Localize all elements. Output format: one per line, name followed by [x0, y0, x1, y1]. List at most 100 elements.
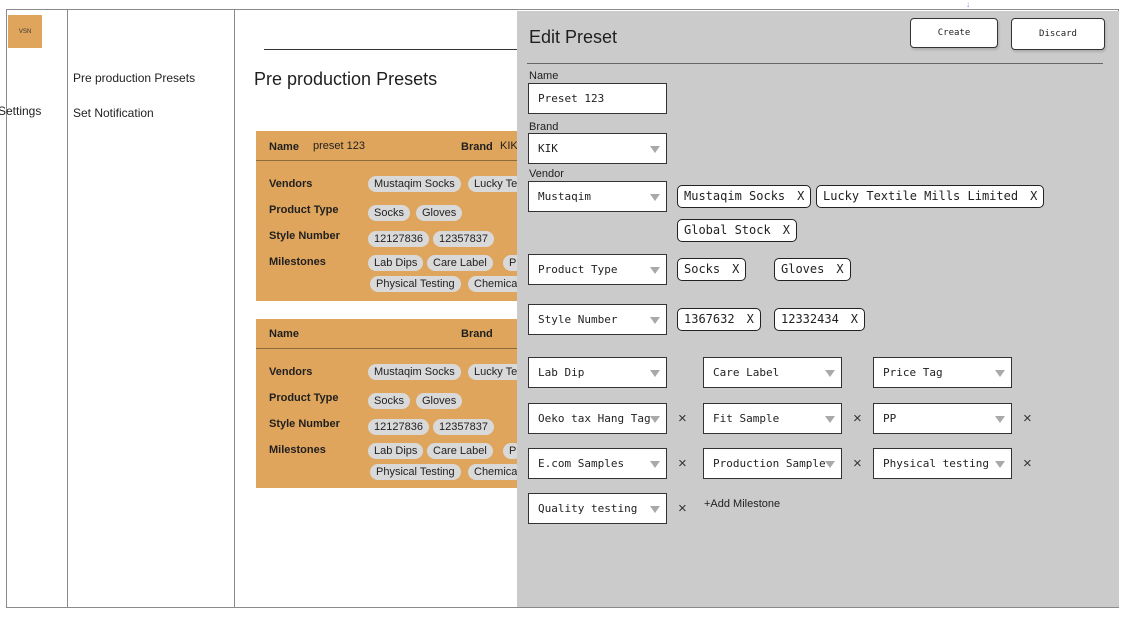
remove-chip-icon[interactable]: X — [836, 262, 843, 276]
remove-chip-icon[interactable]: X — [732, 262, 739, 276]
subnav-item-set-notification[interactable]: Set Notification — [73, 106, 154, 120]
product-type-pill: Gloves — [416, 393, 463, 409]
style-number-select[interactable]: Style Number — [528, 304, 667, 335]
brand-select[interactable]: KIK — [528, 133, 667, 164]
style-pill: 12357837 — [433, 419, 494, 435]
vendors-label: Vendors — [269, 178, 313, 190]
vendor-field-label: Vendor — [529, 168, 564, 180]
milestone-select[interactable]: PP — [873, 403, 1012, 434]
name-label: Name — [269, 328, 299, 340]
milestone-pill: Care Label — [427, 443, 493, 459]
milestone-select[interactable]: Fit Sample — [703, 403, 842, 434]
sub-navigation: Pre production Presets Set Notification — [68, 9, 235, 608]
brand-select-value: KIK — [538, 142, 558, 155]
remove-milestone-icon[interactable]: × — [853, 411, 862, 426]
preset-card[interactable]: Name Brand Vendors Mustaqim Socks Lucky … — [256, 319, 526, 488]
milestone-value: Lab Dip — [538, 366, 585, 379]
style-pill: 12357837 — [433, 231, 494, 247]
style-pill: 12127836 — [368, 231, 429, 247]
brand-value: KIK — [500, 140, 518, 152]
vendor-pill: Lucky Te — [468, 176, 524, 192]
name-label: Name — [269, 141, 299, 153]
remove-milestone-icon[interactable]: × — [1023, 411, 1032, 426]
milestone-select[interactable]: Oeko tax Hang Tag — [528, 403, 667, 434]
name-input[interactable]: Preset 123 — [528, 83, 667, 114]
chip-label: Global Stock — [684, 223, 771, 237]
main-content: Pre production Presets Name preset 123 B… — [236, 9, 536, 608]
milestone-value: Oeko tax Hang Tag — [538, 412, 651, 425]
milestone-value: Care Label — [713, 366, 780, 379]
style-number-select-value: Style Number — [538, 313, 618, 326]
milestone-value: PP — [883, 412, 897, 425]
chip-label: Mustaqim Socks — [684, 189, 786, 203]
chip-label: Lucky Textile Mills Limited — [823, 189, 1019, 203]
chevron-down-icon — [650, 461, 660, 468]
product-type-label: Product Type — [269, 204, 339, 216]
style-number-chip: 1367632 X — [677, 308, 761, 331]
chevron-down-icon — [650, 317, 660, 324]
name-field-label: Name — [529, 70, 559, 82]
divider — [527, 63, 1103, 64]
milestone-select[interactable]: Quality testing — [528, 493, 667, 524]
remove-milestone-icon[interactable]: × — [1023, 456, 1032, 471]
vendor-select[interactable]: Mustaqim — [528, 181, 667, 212]
milestone-select[interactable]: Price Tag — [873, 357, 1012, 388]
brand-field-label: Brand — [529, 121, 559, 133]
product-type-select[interactable]: Product Type — [528, 254, 667, 285]
milestone-select[interactable]: E.com Samples — [528, 448, 667, 479]
vendor-pill: Mustaqim Socks — [368, 176, 461, 192]
remove-milestone-icon[interactable]: × — [678, 411, 687, 426]
vendor-pill: Mustaqim Socks — [368, 364, 461, 380]
milestone-pill: Physical Testing — [370, 276, 461, 292]
milestone-value: Production Sample — [713, 457, 826, 470]
milestone-pill: Chemica — [468, 276, 524, 292]
preset-card[interactable]: Name preset 123 Brand KIK Vendors Mustaq… — [256, 131, 526, 301]
vendor-chip: Mustaqim Socks X — [677, 185, 812, 208]
style-number-label: Style Number — [269, 230, 340, 242]
vendor-chip: Global Stock X — [677, 219, 797, 242]
remove-milestone-icon[interactable]: × — [678, 501, 687, 516]
logo[interactable]: VSN — [8, 15, 42, 48]
milestone-select[interactable]: Lab Dip — [528, 357, 667, 388]
chip-label: Socks — [684, 262, 721, 276]
milestone-select[interactable]: Physical testing — [873, 448, 1012, 479]
milestones-label: Milestones — [269, 256, 326, 268]
style-number-chip: 12332434 X — [774, 308, 866, 331]
chip-label: 1367632 — [684, 312, 735, 326]
vendor-chip: Lucky Textile Mills Limited X — [816, 185, 1045, 208]
remove-chip-icon[interactable]: X — [851, 312, 858, 326]
remove-chip-icon[interactable]: X — [797, 189, 804, 203]
chip-label: Gloves — [781, 262, 825, 276]
milestone-value: E.com Samples — [538, 457, 625, 470]
chevron-down-icon — [825, 461, 835, 468]
create-button[interactable]: Create — [910, 18, 998, 48]
milestone-value: Physical testing — [883, 457, 989, 470]
remove-milestone-icon[interactable]: × — [678, 456, 687, 471]
chevron-down-icon — [650, 506, 660, 513]
scroll-down-icon: ↓ — [966, 0, 970, 9]
discard-button[interactable]: Discard — [1011, 18, 1105, 50]
remove-milestone-icon[interactable]: × — [853, 456, 862, 471]
page-title: Pre production Presets — [254, 69, 438, 89]
milestone-pill: Lab Dips — [368, 255, 424, 271]
chip-label: 12332434 — [781, 312, 839, 326]
style-pill: 12127836 — [368, 419, 429, 435]
chevron-down-icon — [995, 416, 1005, 423]
subnav-item-pre-production-presets[interactable]: Pre production Presets — [73, 71, 195, 85]
brand-label: Brand — [461, 328, 493, 340]
chevron-down-icon — [825, 416, 835, 423]
milestone-value: Price Tag — [883, 366, 943, 379]
rail-item-settings[interactable]: Settings — [0, 104, 41, 118]
brand-label: Brand — [461, 141, 493, 153]
add-milestone-button[interactable]: +Add Milestone — [704, 498, 780, 510]
remove-chip-icon[interactable]: X — [747, 312, 754, 326]
remove-chip-icon[interactable]: X — [783, 223, 790, 237]
left-rail — [6, 9, 68, 608]
milestone-select[interactable]: Care Label — [703, 357, 842, 388]
product-type-label: Product Type — [269, 392, 339, 404]
milestone-select[interactable]: Production Sample — [703, 448, 842, 479]
remove-chip-icon[interactable]: X — [1030, 189, 1037, 203]
chevron-down-icon — [650, 416, 660, 423]
product-type-select-value: Product Type — [538, 263, 618, 276]
chevron-down-icon — [650, 267, 660, 274]
